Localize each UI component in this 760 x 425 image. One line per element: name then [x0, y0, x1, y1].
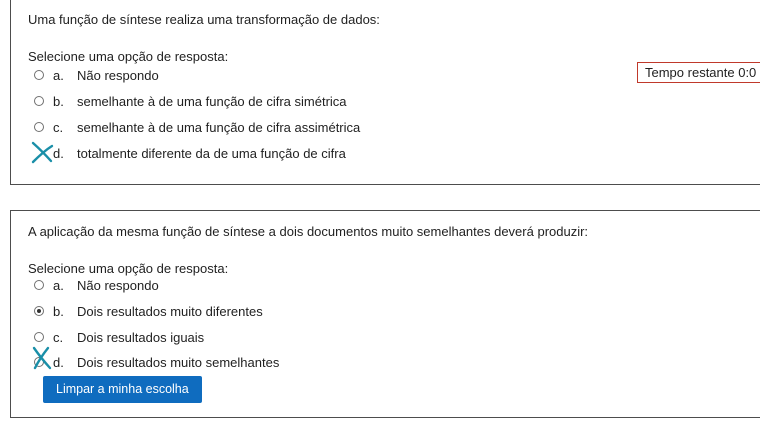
question-text: Uma função de síntese realiza uma transf…	[28, 12, 380, 27]
option-letter: a.	[53, 277, 64, 293]
option-label[interactable]: Não respondo	[77, 278, 159, 293]
option-a[interactable]: a. Não respondo	[34, 66, 159, 84]
option-d[interactable]: d. totalmente diferente da de uma função…	[34, 144, 346, 162]
option-label[interactable]: Não respondo	[77, 68, 159, 83]
radio-button[interactable]	[34, 96, 44, 106]
cross-mark-icon	[31, 141, 54, 164]
option-b[interactable]: b. Dois resultados muito diferentes	[34, 302, 263, 320]
option-letter: b.	[53, 303, 64, 319]
question-card-2: A aplicação da mesma função de síntese a…	[10, 210, 760, 418]
radio-button[interactable]	[34, 122, 44, 132]
option-label[interactable]: Dois resultados iguais	[77, 330, 204, 345]
option-letter: c.	[53, 119, 64, 135]
question-card-1: Uma função de síntese realiza uma transf…	[10, 0, 760, 185]
time-remaining: Tempo restante 0:0	[637, 62, 760, 83]
option-letter: d.	[53, 354, 64, 370]
option-b[interactable]: b. semelhante à de uma função de cifra s…	[34, 92, 347, 110]
option-letter: b.	[53, 93, 64, 109]
radio-button[interactable]	[34, 280, 44, 290]
question-text: A aplicação da mesma função de síntese a…	[28, 224, 589, 239]
radio-button[interactable]	[34, 70, 44, 80]
cross-mark-icon	[32, 346, 52, 370]
option-letter: d.	[53, 145, 64, 161]
option-c[interactable]: c. Dois resultados iguais	[34, 328, 204, 346]
option-label[interactable]: semelhante à de uma função de cifra simé…	[77, 94, 347, 109]
radio-button[interactable]	[34, 332, 44, 342]
option-letter: a.	[53, 67, 64, 83]
answer-prompt: Selecione uma opção de resposta:	[28, 49, 229, 64]
option-d[interactable]: d. Dois resultados muito semelhantes	[34, 353, 279, 371]
clear-choice-button[interactable]: Limpar a minha escolha	[43, 376, 202, 403]
answer-prompt: Selecione uma opção de resposta:	[28, 261, 229, 276]
option-label[interactable]: semelhante à de uma função de cifra assi…	[77, 120, 360, 135]
option-label[interactable]: totalmente diferente da de uma função de…	[77, 146, 346, 161]
option-c[interactable]: c. semelhante à de uma função de cifra a…	[34, 118, 360, 136]
option-label[interactable]: Dois resultados muito diferentes	[77, 304, 263, 319]
radio-button-selected[interactable]	[34, 306, 44, 316]
option-label[interactable]: Dois resultados muito semelhantes	[77, 355, 279, 370]
option-a[interactable]: a. Não respondo	[34, 276, 159, 294]
option-letter: c.	[53, 329, 64, 345]
